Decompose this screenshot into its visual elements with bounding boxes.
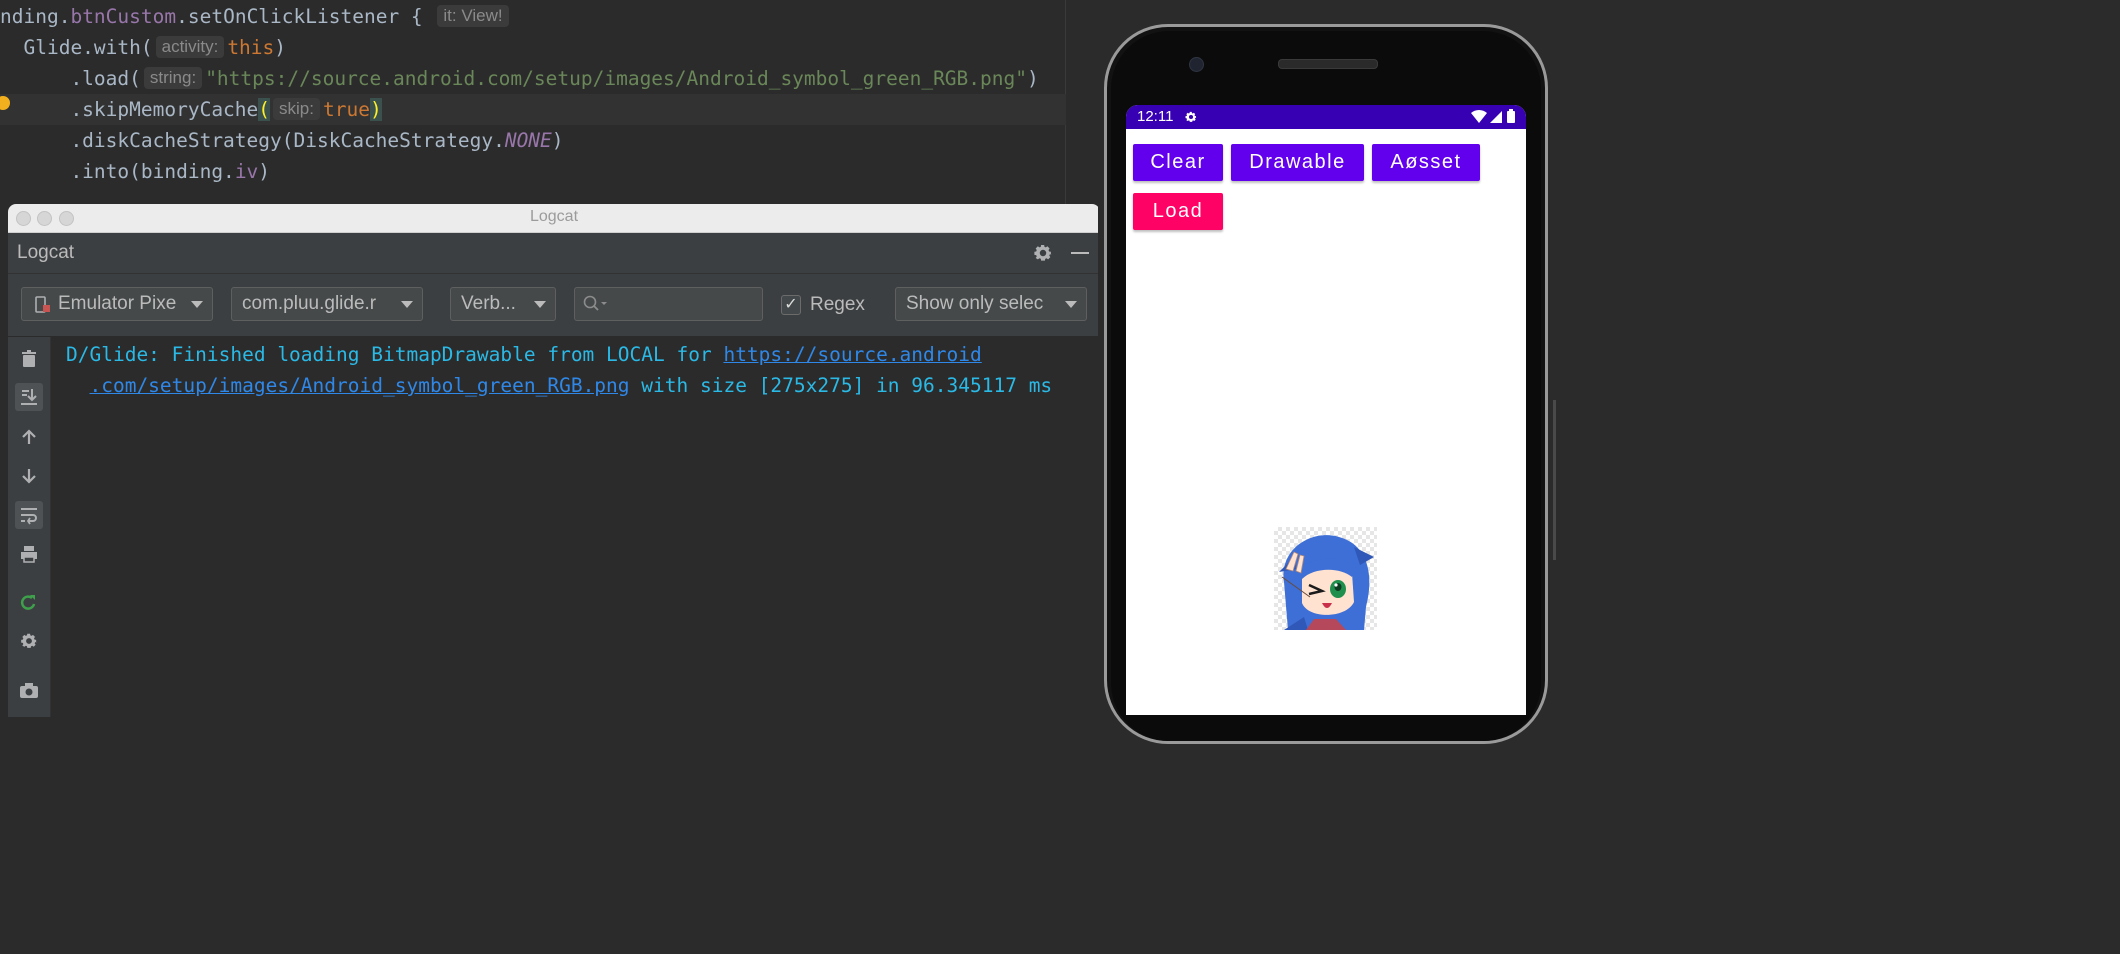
code-token: .into(binding. — [0, 160, 235, 183]
logcat-window: Logcat Logcat Emulator Pixe com.pluu.gli… — [8, 204, 1100, 717]
status-icons — [1470, 109, 1520, 130]
chevron-down-icon — [191, 301, 203, 308]
code-token: .skipMemoryCache — [0, 98, 259, 121]
load-button[interactable]: Load — [1133, 193, 1223, 230]
search-input[interactable] — [574, 287, 763, 321]
clear-logcat-button[interactable] — [15, 345, 43, 373]
trash-icon — [22, 350, 36, 367]
code-token: ) — [1027, 67, 1039, 90]
clear-button[interactable]: Clear — [1133, 144, 1223, 181]
camera-icon — [20, 683, 38, 698]
printer-icon — [21, 546, 37, 563]
code-token: ( — [258, 98, 271, 121]
hide-panel-button[interactable] — [1071, 252, 1089, 254]
code-token: nding. — [0, 5, 71, 28]
filter-select-value: Show only selec — [906, 293, 1044, 314]
code-token: btnCustom — [70, 5, 177, 28]
code-token: "https://source.android.com/setup/images… — [205, 67, 1027, 90]
up-button[interactable] — [15, 423, 43, 451]
device-select-value: Emulator Pixe — [58, 293, 177, 314]
code-token: NONE — [504, 129, 552, 152]
gear-icon — [21, 633, 37, 648]
code-line[interactable]: nding.btnCustom.setOnClickListener { it:… — [0, 1, 1066, 32]
process-select[interactable]: com.pluu.glide.r — [231, 287, 423, 321]
earpiece-speaker — [1278, 59, 1378, 69]
chevron-down-icon — [401, 301, 413, 308]
arrow-up-icon — [22, 429, 36, 444]
device-icon — [35, 296, 50, 313]
filter-select[interactable]: Show only selec — [895, 287, 1087, 321]
code-token: .setOnClickListener { — [176, 5, 435, 28]
device-select[interactable]: Emulator Pixe — [21, 287, 213, 321]
log-link[interactable]: https://source.android — [723, 343, 981, 366]
settings-notification-icon — [1185, 111, 1197, 122]
process-select-value: com.pluu.glide.r — [242, 293, 377, 314]
front-camera — [1189, 57, 1204, 72]
log-link-continued[interactable]: .com/setup/images/Android_symbol_green_R… — [89, 374, 629, 397]
scroll-to-end-icon — [21, 389, 37, 405]
code-editor[interactable]: nding.btnCustom.setOnClickListener { it:… — [0, 0, 1098, 204]
logcat-toolbar: Emulator Pixe com.pluu.glide.r Verb... ✓… — [8, 274, 1100, 336]
code-token: true — [323, 98, 370, 121]
code-token: iv — [234, 160, 259, 183]
status-time: 12:11 — [1137, 108, 1174, 125]
parameter-hint: string: — [143, 67, 203, 89]
log-level-select[interactable]: Verb... — [450, 287, 556, 321]
anime-character-picture — [1279, 535, 1374, 630]
regex-label: Regex — [810, 294, 865, 315]
loaded-image — [1274, 527, 1377, 630]
search-icon — [583, 295, 607, 311]
scrollbar[interactable] — [1553, 400, 1556, 560]
drawable-button[interactable]: Drawable — [1231, 144, 1364, 181]
soft-wrap-icon — [21, 508, 37, 525]
code-line[interactable]: .into(binding.iv) — [0, 156, 1066, 187]
log-text: with size [275x275] in 96.345117 ms — [629, 374, 1053, 397]
asset-button[interactable]: Aøsset — [1372, 144, 1480, 181]
arrow-down-icon — [22, 469, 36, 484]
phone-screen[interactable]: 12:11 Clear Drawable Aøsset Load — [1126, 105, 1526, 715]
logcat-header: Logcat — [8, 233, 1100, 274]
gear-icon[interactable] — [1032, 242, 1054, 264]
restart-button[interactable] — [15, 589, 43, 617]
code-token: ) — [551, 129, 564, 152]
settings-button[interactable] — [15, 627, 43, 655]
code-token: ) — [274, 36, 287, 59]
screenshot-button[interactable] — [15, 677, 43, 705]
window-titlebar[interactable]: Logcat — [8, 204, 1100, 233]
code-line[interactable]: .diskCacheStrategy(DiskCacheStrategy.NON… — [0, 125, 1066, 156]
chevron-down-icon — [534, 301, 546, 308]
logcat-side-toolbar — [8, 337, 51, 717]
parameter-hint: activity: — [155, 36, 225, 58]
log-level-value: Verb... — [461, 293, 516, 314]
scroll-to-end-button[interactable] — [15, 383, 43, 411]
code-token: ) — [258, 160, 271, 183]
regex-checkbox[interactable]: ✓ — [781, 295, 801, 315]
print-button[interactable] — [15, 540, 43, 568]
parameter-hint: it: View! — [437, 5, 509, 27]
code-token: .diskCacheStrategy(DiskCacheStrategy. — [0, 129, 505, 152]
code-token: Glide.with( — [0, 36, 153, 59]
code-token: ) — [369, 98, 382, 121]
chevron-down-icon — [1065, 301, 1077, 308]
logcat-output[interactable]: D/Glide: Finished loading BitmapDrawable… — [66, 339, 1086, 401]
code-token: .load( — [0, 67, 141, 90]
down-button[interactable] — [15, 462, 43, 490]
wifi-signal-battery-icon — [1471, 109, 1515, 123]
soft-wrap-button[interactable] — [15, 501, 43, 529]
code-line[interactable]: Glide.with(activity: this) — [0, 32, 1066, 63]
code-line[interactable]: .skipMemoryCache(skip: true) — [0, 94, 1066, 125]
code-line[interactable]: .load(string: "https://source.android.com… — [0, 63, 1066, 94]
panel-title: Logcat — [17, 242, 75, 263]
status-bar: 12:11 — [1126, 105, 1526, 129]
parameter-hint: skip: — [273, 98, 320, 120]
code-token: this — [227, 36, 275, 59]
log-text: D/Glide: Finished loading BitmapDrawable… — [66, 343, 724, 366]
window-title: Logcat — [529, 208, 579, 225]
restart-icon — [20, 595, 36, 610]
